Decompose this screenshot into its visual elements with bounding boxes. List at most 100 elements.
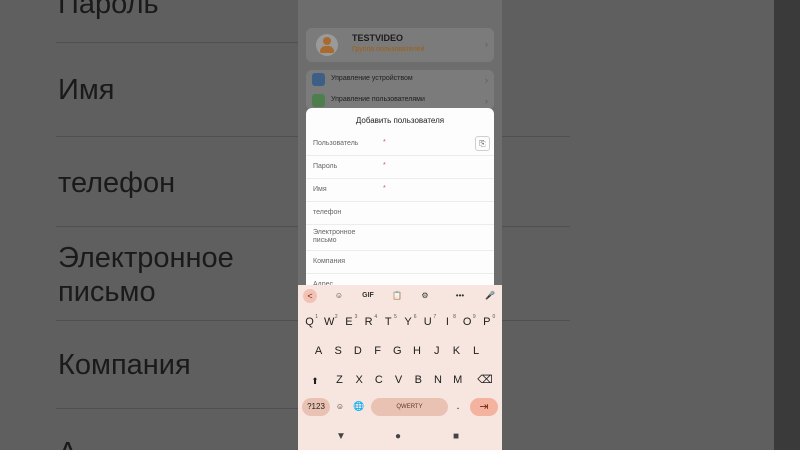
- key-hint: 8: [453, 314, 456, 320]
- key-h[interactable]: H: [409, 343, 426, 360]
- bg-label-address: А: [58, 436, 77, 450]
- key-n[interactable]: N: [430, 372, 447, 389]
- user-avatar-icon: [316, 34, 338, 56]
- password-field[interactable]: Пароль *: [306, 156, 494, 179]
- key-letter: I: [445, 316, 449, 328]
- divider: [502, 226, 570, 227]
- key-hint: 2: [334, 314, 338, 320]
- dialog-title: Добавить пользователя: [355, 116, 445, 125]
- key-j[interactable]: J: [428, 343, 445, 360]
- required-marker: *: [383, 185, 386, 192]
- collapse-toolbar-icon[interactable]: <: [303, 289, 317, 303]
- key-g[interactable]: G: [389, 343, 406, 360]
- phone-field[interactable]: телефон: [306, 202, 494, 225]
- bg-label-company: Компания: [58, 349, 191, 381]
- key-t[interactable]: T5: [380, 314, 397, 331]
- key-f[interactable]: F: [369, 343, 386, 360]
- key-c[interactable]: C: [370, 372, 387, 389]
- more-icon[interactable]: •••: [453, 289, 467, 303]
- menu-item-label: Управление устройством: [331, 75, 413, 82]
- key-hint: 4: [374, 314, 378, 320]
- field-label: Пароль: [313, 163, 338, 170]
- divider: [56, 42, 298, 43]
- key-letter: P: [483, 316, 491, 328]
- back-nav-icon[interactable]: ▼: [336, 431, 346, 442]
- bg-label-name: Имя: [58, 74, 115, 106]
- key-letter: U: [423, 316, 432, 328]
- period-key[interactable]: .: [451, 398, 465, 415]
- emoji-key[interactable]: ☺: [332, 398, 348, 415]
- field-label: Имя: [313, 186, 327, 193]
- paste-icon[interactable]: ⎘: [475, 136, 490, 151]
- menu-card: Управление устройством › Управление поль…: [306, 70, 494, 110]
- home-nav-icon[interactable]: ●: [395, 431, 401, 442]
- blurred-background-left: Пароль Имя телефон Электронное письмо Ко…: [0, 0, 298, 450]
- cube-icon: [312, 73, 325, 86]
- backspace-key[interactable]: ⌫: [474, 372, 496, 389]
- globe-key[interactable]: 🌐: [351, 398, 367, 415]
- key-r[interactable]: R4: [360, 314, 377, 331]
- blurred-background-right: [502, 0, 800, 450]
- name-field[interactable]: Имя *: [306, 179, 494, 202]
- key-hint: 0: [492, 314, 496, 320]
- field-label: Электронное письмо: [313, 229, 356, 244]
- key-y[interactable]: Y6: [400, 314, 416, 331]
- key-hint: 1: [315, 314, 318, 320]
- company-field[interactable]: Компания: [306, 251, 494, 274]
- bg-edge: [774, 0, 800, 450]
- key-s[interactable]: S: [330, 343, 347, 360]
- required-marker: *: [383, 139, 386, 146]
- numbers-key[interactable]: ?123: [302, 398, 330, 416]
- chevron-right-icon: ›: [485, 96, 488, 106]
- field-label: Пользователь: [313, 140, 359, 147]
- key-hint: 5: [394, 314, 397, 320]
- key-letter: W: [323, 316, 335, 328]
- key-p[interactable]: P0: [478, 314, 495, 331]
- key-w[interactable]: W2: [321, 314, 338, 331]
- divider: [56, 226, 298, 227]
- user-group: Группа пользователей: [352, 46, 425, 53]
- key-z[interactable]: Z: [331, 372, 348, 389]
- key-u[interactable]: U7: [419, 314, 436, 331]
- key-o[interactable]: O9: [459, 314, 476, 331]
- key-v[interactable]: V: [390, 372, 407, 389]
- key-letter: E: [345, 316, 353, 328]
- add-user-dialog: Добавить пользователя Пользователь * ⎘ П…: [306, 108, 494, 298]
- clipboard-icon[interactable]: 📋: [390, 289, 404, 303]
- key-q[interactable]: Q1: [301, 314, 318, 331]
- space-key[interactable]: QWERTY: [371, 398, 448, 416]
- key-k[interactable]: K: [448, 343, 465, 360]
- key-l[interactable]: L: [468, 343, 485, 360]
- settings-gear-icon[interactable]: ⚙: [418, 289, 432, 303]
- microphone-icon[interactable]: 🎤: [483, 289, 497, 303]
- key-d[interactable]: D: [349, 343, 366, 360]
- chevron-right-icon: ›: [485, 75, 488, 85]
- key-a[interactable]: A: [310, 343, 327, 360]
- divider: [56, 320, 298, 321]
- bg-label-email: Электронное письмо: [58, 242, 234, 308]
- enter-key[interactable]: ⇥: [470, 398, 498, 416]
- key-letter: Y: [404, 316, 412, 328]
- gif-button[interactable]: GIF: [359, 289, 377, 303]
- key-x[interactable]: X: [351, 372, 368, 389]
- menu-item-label: Управление пользователями: [331, 96, 425, 103]
- key-m[interactable]: M: [449, 372, 466, 389]
- shift-key[interactable]: ⬆: [303, 372, 327, 390]
- key-i[interactable]: I8: [439, 314, 456, 331]
- key-letter: O: [462, 316, 472, 328]
- divider: [502, 136, 570, 137]
- divider: [56, 408, 298, 409]
- user-card[interactable]: TESTVIDEO Группа пользователей ›: [306, 28, 494, 62]
- sticker-icon[interactable]: ☺: [332, 289, 346, 303]
- key-e[interactable]: E3: [340, 314, 357, 331]
- key-b[interactable]: B: [410, 372, 427, 389]
- key-letter: T: [384, 316, 392, 328]
- menu-item-device-management[interactable]: Управление устройством ›: [306, 70, 494, 90]
- phone-screen: TESTVIDEO Группа пользователей › Управле…: [298, 0, 502, 450]
- chevron-right-icon: ›: [485, 39, 488, 49]
- key-hint: 9: [472, 314, 476, 320]
- recents-nav-icon[interactable]: ■: [453, 431, 459, 442]
- username-field[interactable]: Пользователь * ⎘: [306, 133, 494, 156]
- bg-label-password: Пароль: [58, 0, 159, 20]
- email-field[interactable]: Электронное письмо: [306, 225, 494, 251]
